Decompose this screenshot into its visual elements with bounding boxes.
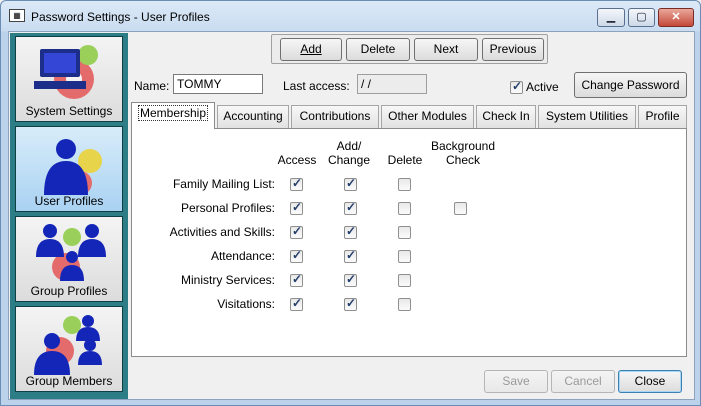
activities-and-skills-delete-checkbox[interactable] — [398, 226, 411, 239]
tab-system-utilities[interactable]: System Utilities — [538, 105, 636, 128]
visitations-add-change-checkbox[interactable] — [344, 296, 357, 311]
row-label-ministry-services: Ministry Services: — [180, 273, 275, 287]
sidebar-item-label: Group Members — [25, 374, 113, 388]
personal-profiles-delete-checkbox[interactable] — [398, 202, 411, 215]
next-button[interactable]: Next — [414, 38, 478, 61]
record-toolbar: Add Delete Next Previous — [271, 34, 548, 64]
minimize-button[interactable]: ▁ — [597, 8, 625, 27]
sidebar-item-group-profiles[interactable]: Group Profiles — [15, 216, 123, 302]
sidebar-item-label: User Profiles — [34, 194, 104, 208]
row-label-visitations: Visitations: — [217, 297, 275, 311]
family-mailing-list-access-checkbox[interactable] — [290, 176, 303, 191]
add-change-column-header-line1: Add/ — [336, 139, 362, 153]
sidebar-item-label: Group Profiles — [30, 284, 108, 298]
change-password-button[interactable]: Change Password — [574, 72, 687, 98]
personal-profiles-background-check-checkbox[interactable] — [454, 202, 467, 215]
last-access-label: Last access: — [283, 79, 350, 93]
background-check-column-header-line1: Background — [430, 139, 496, 153]
maximize-button[interactable]: ▢ — [628, 8, 655, 27]
ministry-services-add-change-checkbox[interactable] — [344, 272, 357, 287]
attendance-add-change-checkbox[interactable] — [344, 248, 357, 263]
user-icon — [44, 139, 102, 195]
row-label-attendance: Attendance: — [210, 249, 275, 263]
name-label: Name: — [134, 79, 170, 93]
computer-gear-icon — [34, 45, 98, 99]
name-field[interactable]: TOMMY — [173, 74, 263, 94]
personal-profiles-access-checkbox[interactable] — [290, 200, 303, 215]
window-title: Password Settings - User Profiles — [31, 10, 210, 24]
add-button[interactable]: Add — [280, 38, 342, 61]
tab-membership[interactable]: Membership — [131, 102, 215, 129]
ministry-services-access-checkbox[interactable] — [290, 272, 303, 287]
sidebar-item-system-settings[interactable]: System Settings — [15, 36, 123, 122]
delete-button[interactable]: Delete — [346, 38, 410, 61]
close-button[interactable]: Close — [618, 370, 682, 393]
visitations-access-checkbox[interactable] — [290, 296, 303, 311]
title-bar[interactable]: ▦ Password Settings - User Profiles ▁ ▢ … — [1, 1, 700, 31]
active-label: Active — [526, 80, 559, 94]
tab-profile[interactable]: Profile — [638, 105, 687, 128]
visitations-delete-checkbox[interactable] — [398, 298, 411, 311]
window: ▦ Password Settings - User Profiles ▁ ▢ … — [0, 0, 701, 406]
family-mailing-list-add-change-checkbox[interactable] — [344, 176, 357, 191]
row-labels: Family Mailing List: Personal Profiles: … — [132, 175, 275, 325]
group-icon — [36, 224, 106, 281]
add-change-column-header-line2: Change — [327, 153, 371, 167]
tab-check-in[interactable]: Check In — [476, 105, 536, 128]
last-access-field: / / — [357, 74, 427, 94]
previous-button[interactable]: Previous — [482, 38, 544, 61]
background-check-column-header-line2: Check — [445, 153, 480, 167]
attendance-delete-checkbox[interactable] — [398, 250, 411, 263]
row-label-activities-and-skills: Activities and Skills: — [169, 225, 275, 239]
membership-panel: Access Add/ Change Delete Background Che… — [131, 128, 687, 357]
permissions-grid: Family Mailing List: Personal Profiles: … — [132, 175, 688, 325]
activities-and-skills-add-change-checkbox[interactable] — [344, 224, 357, 239]
sidebar-item-group-members[interactable]: Group Members — [15, 306, 123, 392]
sidebar-item-user-profiles[interactable]: User Profiles — [15, 126, 123, 212]
family-mailing-list-delete-checkbox[interactable] — [398, 178, 411, 191]
client-area: System Settings User Profiles Group Prof… — [8, 31, 695, 400]
save-button[interactable]: Save — [484, 370, 548, 393]
tab-other-modules[interactable]: Other Modules — [381, 105, 474, 128]
tab-contributions[interactable]: Contributions — [291, 105, 379, 128]
tab-accounting[interactable]: Accounting — [217, 105, 289, 128]
personal-profiles-add-change-checkbox[interactable] — [344, 200, 357, 215]
close-window-button[interactable]: ✕ — [658, 8, 694, 27]
active-checkbox[interactable] — [510, 79, 523, 94]
attendance-access-checkbox[interactable] — [290, 248, 303, 263]
sidebar-item-label: System Settings — [25, 104, 113, 118]
row-label-personal-profiles: Personal Profiles: — [180, 201, 275, 215]
row-label-family-mailing-list: Family Mailing List: — [172, 177, 275, 191]
access-column-header: Access — [277, 153, 317, 167]
group-members-icon — [34, 315, 102, 375]
app-icon[interactable]: ▦ — [9, 9, 25, 22]
ministry-services-delete-checkbox[interactable] — [398, 274, 411, 287]
activities-and-skills-access-checkbox[interactable] — [290, 224, 303, 239]
cancel-button[interactable]: Cancel — [551, 370, 615, 393]
sidebar: System Settings User Profiles Group Prof… — [10, 33, 128, 399]
